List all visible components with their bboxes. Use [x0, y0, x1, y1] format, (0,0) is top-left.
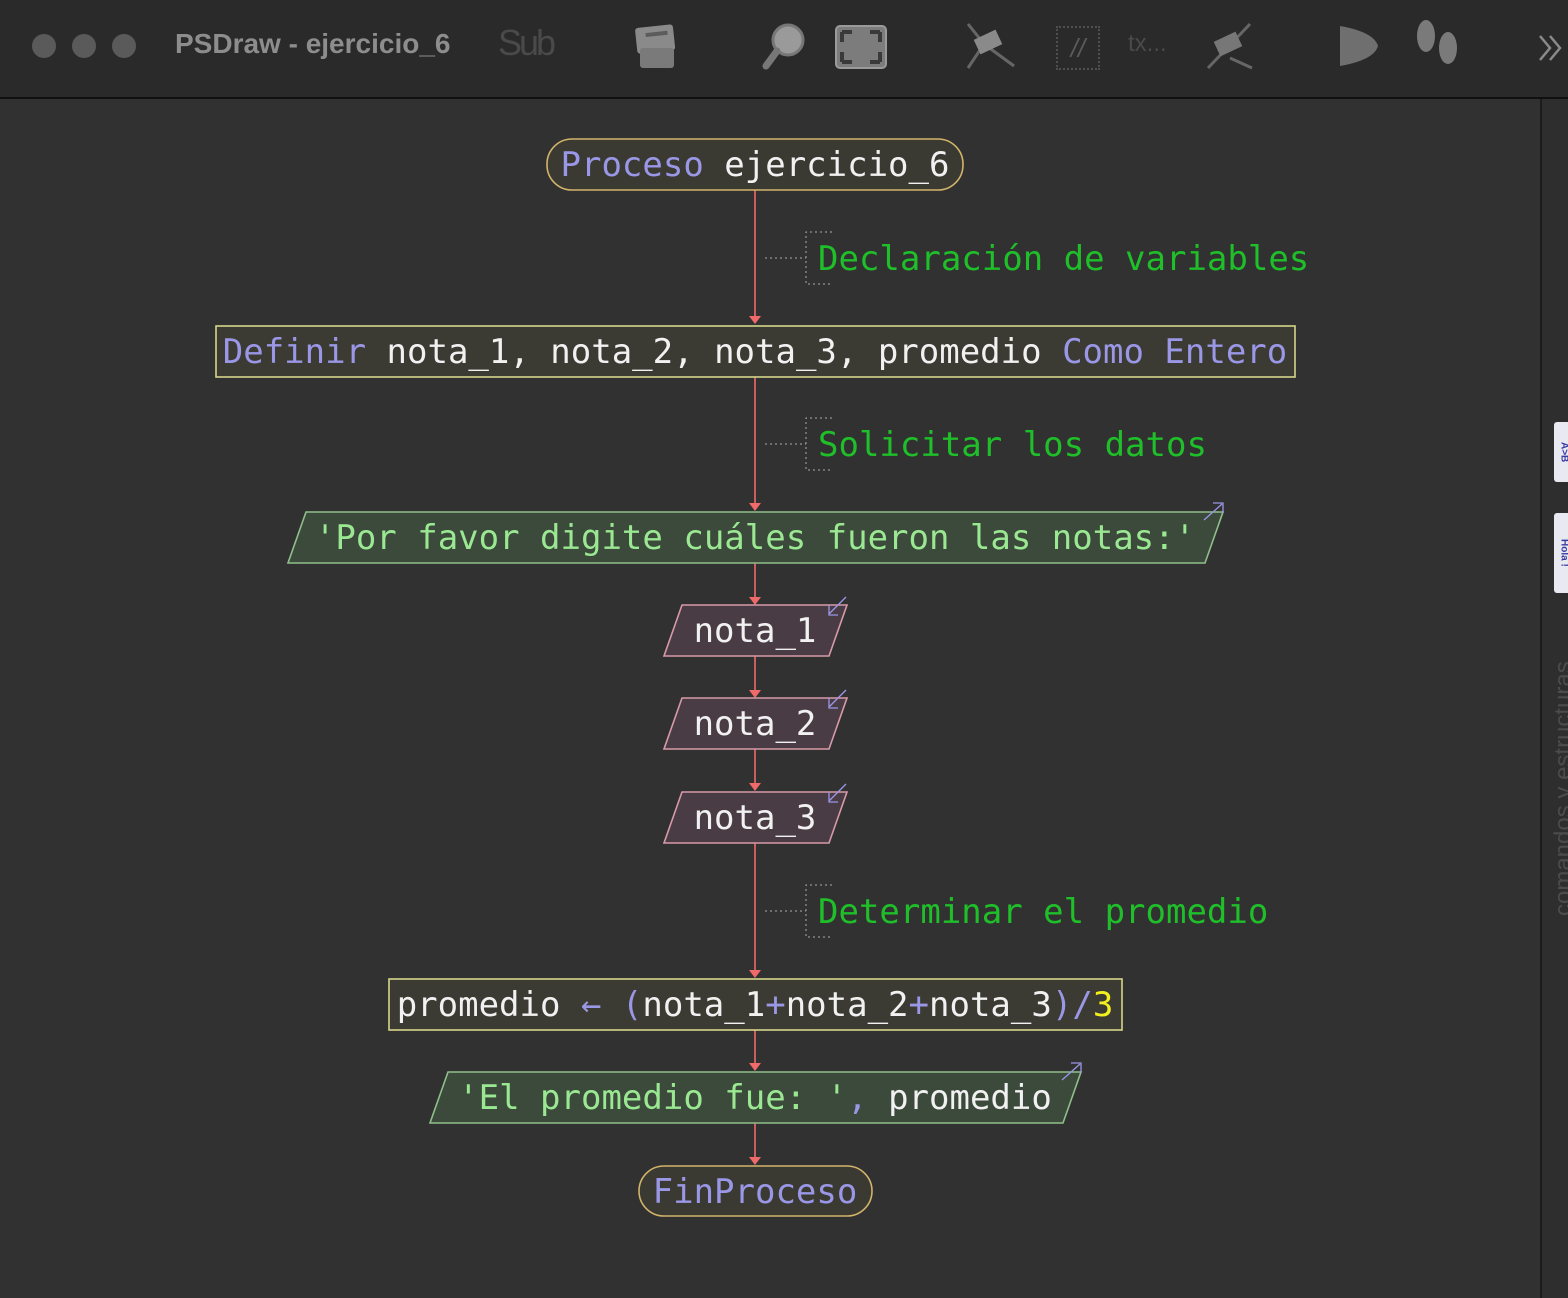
output-string-2: 'El promedio fue: ' — [458, 1078, 847, 1118]
flowchart-canvas[interactable]: Proceso ejercicio_6 Declaración de varia… — [0, 99, 1540, 1298]
comment-block[interactable]: Declaración de variables — [765, 231, 1309, 285]
zoom-window-button[interactable] — [112, 34, 136, 58]
expression-token: ← — [581, 985, 601, 1025]
input-variable-3: nota_3 — [694, 798, 817, 838]
expression-token — [560, 985, 580, 1025]
sub-button[interactable]: Sub — [498, 22, 556, 64]
svg-text:'El promedio fue: ', promedio: 'El promedio fue: ', promedio — [458, 1078, 1052, 1118]
sub-label: Sub — [498, 22, 556, 63]
window-title: PSDraw - ejercicio_6 — [175, 28, 451, 59]
commands-panel-label: comandos y estructuras — [1550, 661, 1568, 917]
output-block[interactable]: 'Por favor digite cuáles fueron las nota… — [286, 502, 1225, 564]
comment-solicitar: Solicitar los datos — [818, 425, 1207, 465]
expression-token: ) — [1052, 985, 1072, 1025]
title-bar: PSDraw - ejercicio_6 Sub // tx... — [0, 0, 1568, 99]
close-window-button[interactable] — [32, 34, 56, 58]
disable-icon[interactable] — [1200, 18, 1260, 74]
expression-token: ( — [622, 985, 642, 1025]
define-block[interactable]: Definir nota_1, nota_2, nota_3, promedio… — [215, 325, 1296, 378]
minimize-window-button[interactable] — [72, 34, 96, 58]
comment-block[interactable]: Solicitar los datos — [765, 417, 1207, 471]
comment-determinar: Determinar el promedio — [818, 892, 1268, 932]
chevron-right-icon[interactable] — [1536, 28, 1564, 68]
process-start-block[interactable]: Proceso ejercicio_6 — [546, 138, 964, 191]
connect-icon[interactable] — [960, 18, 1020, 74]
comment-block[interactable]: Determinar el promedio — [765, 884, 1268, 938]
input-variable-1: nota_1 — [694, 611, 817, 651]
expression-token: nota_1 — [642, 985, 765, 1025]
text-button[interactable]: tx... — [1128, 30, 1167, 58]
svg-text:Proceso ejercicio_6: Proceso ejercicio_6 — [561, 145, 950, 185]
run-icon[interactable] — [1334, 18, 1382, 74]
output-block[interactable]: 'El promedio fue: ', promedio — [428, 1062, 1083, 1124]
expression-token: / — [1072, 985, 1092, 1025]
define-variables: nota_1, nota_2, nota_3, promedio — [387, 332, 1042, 372]
decision-tab[interactable]: A>B — [1554, 422, 1568, 482]
expression-token: 3 — [1093, 985, 1113, 1025]
define-type: Como Entero — [1062, 332, 1287, 372]
define-keyword: Definir — [223, 332, 366, 372]
end-keyword: FinProceso — [653, 1172, 858, 1212]
comment-button[interactable]: // — [1056, 26, 1100, 70]
expression-token: promedio — [397, 985, 561, 1025]
output-variable-2: promedio — [888, 1078, 1052, 1118]
output-text-1: 'Por favor digite cuáles fueron las nota… — [315, 518, 1195, 558]
output-separator: , — [847, 1078, 867, 1118]
save-icon[interactable] — [632, 18, 680, 74]
fit-screen-icon[interactable] — [834, 24, 888, 70]
expression-token: + — [909, 985, 929, 1025]
start-process-name: ejercicio_6 — [724, 145, 949, 185]
assignment-expression: promedio ← (nota_1+nota_2+nota_3)/3 — [397, 985, 1114, 1025]
assignment-block[interactable]: promedio ← (nota_1+nota_2+nota_3)/3 — [388, 978, 1123, 1031]
process-end-block[interactable]: FinProceso — [638, 1165, 873, 1217]
input-block[interactable]: nota_1 — [662, 596, 849, 657]
expression-token: nota_2 — [786, 985, 909, 1025]
search-zoom-icon[interactable] — [762, 18, 808, 74]
step-by-step-icon[interactable] — [1410, 18, 1466, 74]
expression-token: + — [765, 985, 785, 1025]
commands-panel[interactable]: A>B Hola ! comandos y estructuras — [1540, 99, 1568, 1298]
expression-token — [601, 985, 621, 1025]
input-variable-2: nota_2 — [694, 704, 817, 744]
expression-token: nota_3 — [929, 985, 1052, 1025]
start-keyword: Proceso — [561, 145, 704, 185]
comment-declaracion: Declaración de variables — [818, 239, 1309, 279]
output-tab[interactable]: Hola ! — [1554, 513, 1568, 593]
input-block[interactable]: nota_3 — [662, 783, 849, 844]
svg-text:Definir nota_1, nota_2, nota_3: Definir nota_1, nota_2, nota_3, promedio… — [223, 332, 1287, 372]
comment-label: // — [1056, 26, 1100, 70]
text-label: tx... — [1128, 30, 1167, 57]
input-block[interactable]: nota_2 — [662, 689, 849, 750]
